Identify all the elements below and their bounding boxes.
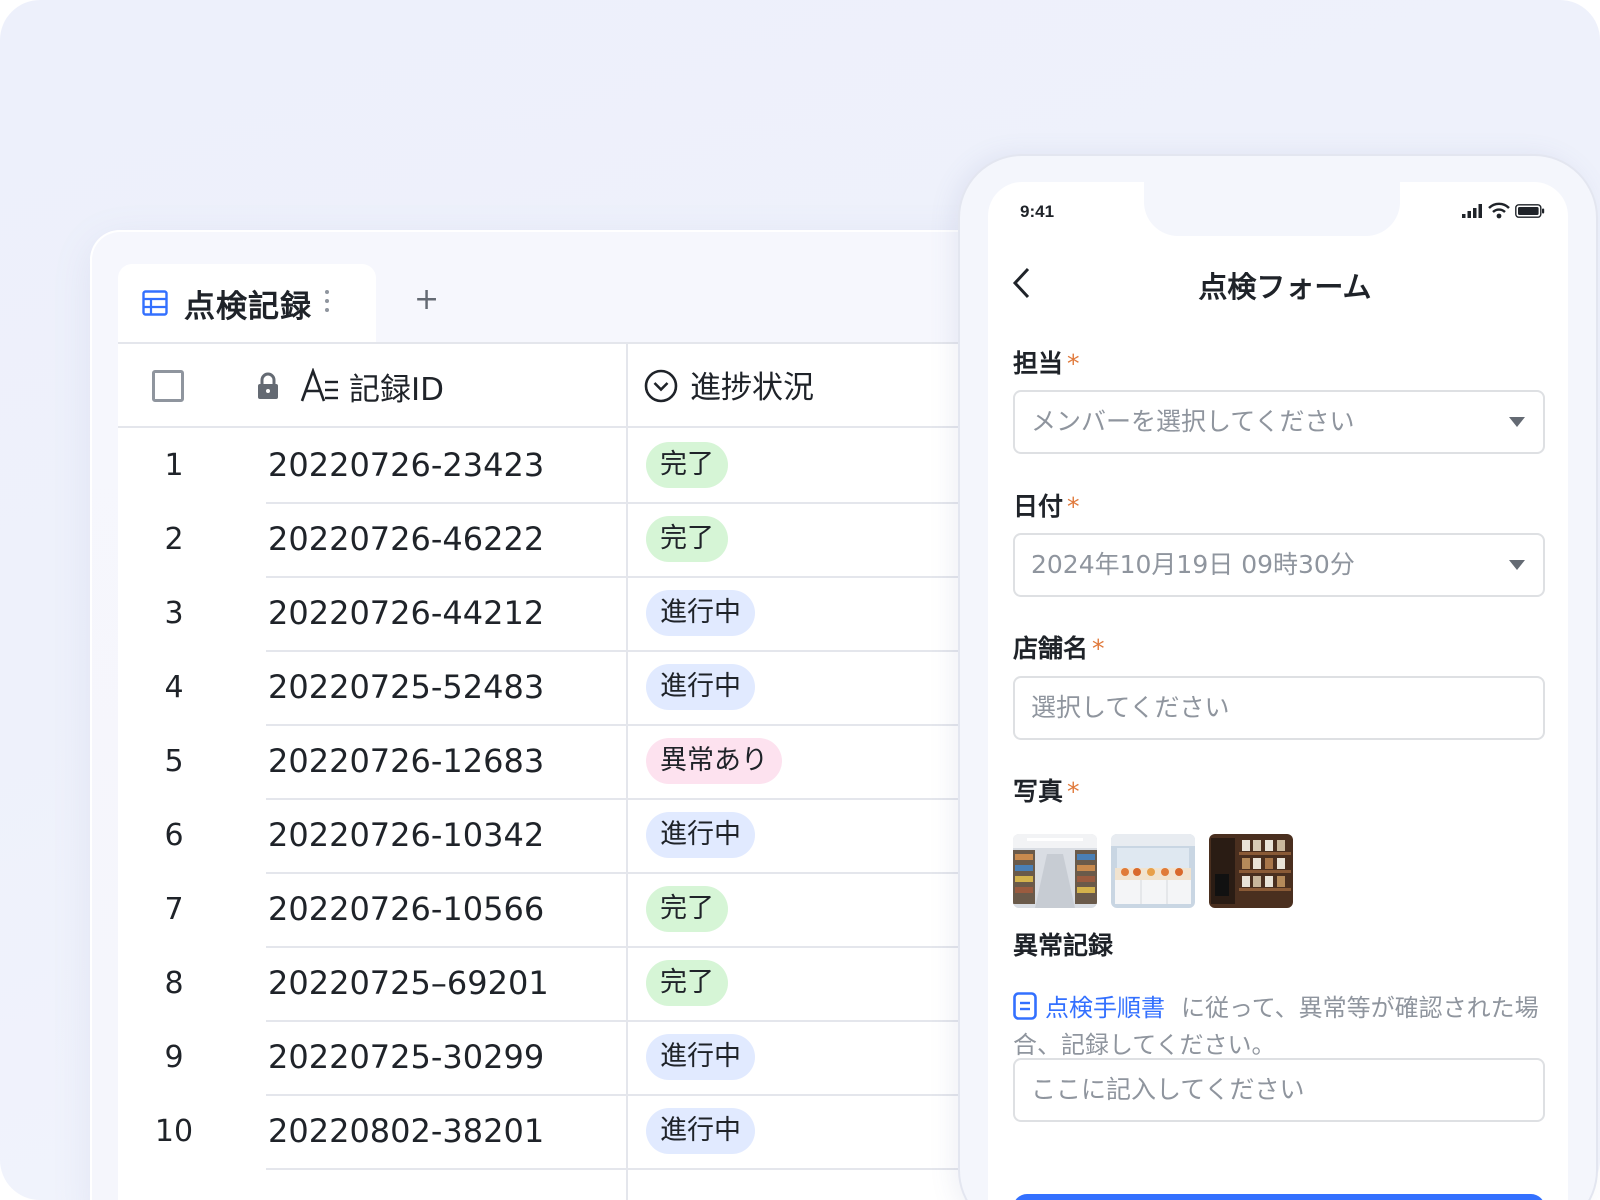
record-id-cell[interactable]: 20220725-30299 — [268, 1038, 544, 1076]
single-select-type-icon — [644, 369, 678, 403]
assignee-select[interactable]: メンバーを選択してください — [1013, 390, 1545, 454]
store-label-text: 店舗名 — [1013, 634, 1089, 663]
record-id-cell[interactable]: 20220726-10566 — [268, 890, 544, 928]
record-id-cell[interactable]: 20220725–69201 — [268, 964, 549, 1002]
records-table: 記録ID 進捗状況 1 20220726-23423 完了 2 20220726… — [118, 342, 1090, 1200]
assignee-label: 担当 * — [1013, 344, 1080, 380]
status-tag[interactable]: 進行中 — [646, 590, 755, 636]
submit-button[interactable] — [1013, 1194, 1545, 1200]
date-label: 日付 * — [1013, 487, 1080, 523]
phone-notch — [1144, 182, 1400, 236]
assignee-placeholder: メンバーを選択してください — [1031, 407, 1355, 436]
table-grid-icon — [142, 290, 168, 316]
table-header: 記録ID 進捗状況 — [118, 342, 1090, 428]
dropdown-caret-icon — [1509, 560, 1525, 570]
status-tag[interactable]: 完了 — [646, 516, 728, 562]
table-row[interactable]: 6 20220726-10342 進行中 — [118, 798, 1090, 874]
table-row[interactable]: 1 20220726-23423 完了 — [118, 428, 1090, 504]
record-id-cell[interactable]: 20220726-46222 — [268, 520, 544, 558]
row-number: 5 — [164, 744, 184, 779]
record-id-cell[interactable]: 20220726-44212 — [268, 594, 544, 632]
battery-icon — [1515, 204, 1545, 218]
photo-thumbnail-store-aisle[interactable] — [1013, 834, 1097, 908]
store-label: 店舗名 * — [1013, 629, 1105, 665]
row-number: 4 — [164, 670, 184, 705]
cellular-signal-icon — [1462, 204, 1482, 218]
row-number: 10 — [154, 1114, 194, 1149]
record-id-cell[interactable]: 20220725-52483 — [268, 668, 544, 706]
status-tag[interactable]: 進行中 — [646, 812, 755, 858]
date-select[interactable]: 2024年10月19日 09時30分 — [1013, 533, 1545, 597]
wifi-icon — [1488, 202, 1510, 219]
document-icon — [1013, 992, 1037, 1020]
table-window: 点検記録 + 記録ID 進捗状況 1 20220726-23423 完了 2 2… — [90, 230, 1090, 1200]
select-all-checkbox[interactable] — [152, 370, 184, 402]
lock-icon — [258, 372, 278, 399]
table-row[interactable]: 10 20220802-38201 進行中 — [118, 1094, 1090, 1170]
record-id-cell[interactable]: 20220726-23423 — [268, 446, 544, 484]
required-marker: * — [1067, 349, 1080, 378]
column-header-status[interactable]: 進捗状況 — [690, 362, 814, 407]
record-id-cell[interactable]: 20220726-12683 — [268, 742, 544, 780]
photos-label-text: 写真 — [1013, 777, 1064, 806]
row-number: 3 — [164, 596, 184, 631]
status-tag[interactable]: 異常あり — [646, 738, 782, 784]
table-row[interactable]: 8 20220725–69201 完了 — [118, 946, 1090, 1022]
required-marker: * — [1067, 777, 1080, 806]
tab-inspection-records[interactable]: 点検記録 — [118, 264, 376, 342]
photo-thumbnail-display-counter[interactable] — [1111, 834, 1195, 908]
assignee-label-text: 担当 — [1013, 349, 1064, 378]
anomaly-note: 点検手順書 に従って、異常等が確認された場合、記録してください。 — [1013, 990, 1553, 1064]
row-number: 6 — [164, 818, 184, 853]
status-bar-time: 9:41 — [1020, 202, 1055, 221]
row-number: 1 — [164, 448, 184, 483]
anomaly-label-text: 異常記録 — [1013, 931, 1114, 960]
photo-thumbnail-shelf-wall[interactable] — [1209, 834, 1293, 908]
tab-label: 点検記録 — [184, 288, 312, 325]
required-marker: * — [1067, 492, 1080, 521]
dropdown-caret-icon — [1509, 417, 1525, 427]
row-number: 7 — [164, 892, 184, 927]
table-row[interactable]: 4 20220725-52483 進行中 — [118, 650, 1090, 726]
row-number: 9 — [164, 1040, 184, 1075]
status-tag[interactable]: 完了 — [646, 960, 728, 1006]
anomaly-text-input[interactable]: ここに記入してください — [1013, 1058, 1545, 1122]
tab-strip: 点検記録 + — [118, 264, 1090, 342]
row-number: 2 — [164, 522, 184, 557]
form-title: 点検フォーム — [1198, 270, 1372, 304]
status-tag[interactable]: 進行中 — [646, 1034, 755, 1080]
table-row[interactable]: 7 20220726-10566 完了 — [118, 872, 1090, 948]
anomaly-label: 異常記録 — [1013, 926, 1113, 962]
record-id-cell[interactable]: 20220802-38201 — [268, 1112, 544, 1150]
record-id-cell[interactable]: 20220726-10342 — [268, 816, 544, 854]
table-row[interactable]: 5 20220726-12683 異常あり — [118, 724, 1090, 800]
date-label-text: 日付 — [1013, 492, 1064, 521]
status-tag[interactable]: 進行中 — [646, 664, 755, 710]
store-placeholder: 選択してください — [1031, 693, 1230, 722]
photos-label: 写真 * — [1013, 772, 1080, 808]
table-row[interactable]: 9 20220725-30299 進行中 — [118, 1020, 1090, 1096]
status-tag[interactable]: 完了 — [646, 886, 728, 932]
status-tag[interactable]: 進行中 — [646, 1108, 755, 1154]
column-header-record-id[interactable]: 記録ID — [349, 364, 444, 409]
inspection-manual-link[interactable]: 点検手順書 — [1045, 994, 1165, 1022]
date-value: 2024年10月19日 09時30分 — [1031, 550, 1355, 579]
add-tab-button[interactable]: + — [414, 282, 439, 317]
required-marker: * — [1092, 634, 1105, 663]
text-field-type-icon — [300, 368, 338, 402]
more-vertical-icon[interactable] — [324, 290, 330, 316]
table-row[interactable]: 3 20220726-44212 進行中 — [118, 576, 1090, 652]
row-number: 8 — [164, 966, 184, 1001]
anomaly-placeholder: ここに記入してください — [1031, 1075, 1305, 1104]
phone-screen: 9:41 点検フォーム 担当 * メンバーを選択してください 日付 * 2024年1… — [988, 182, 1568, 1200]
table-row[interactable]: 2 20220726-46222 完了 — [118, 502, 1090, 578]
status-tag[interactable]: 完了 — [646, 442, 728, 488]
store-select[interactable]: 選択してください — [1013, 676, 1545, 740]
